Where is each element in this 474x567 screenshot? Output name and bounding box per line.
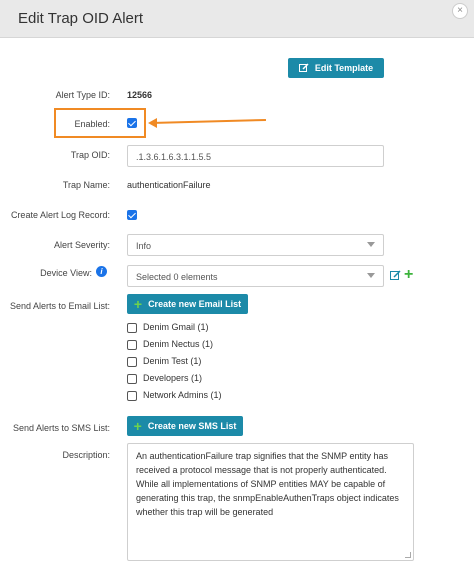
device-view-value: Selected 0 elements xyxy=(136,272,218,282)
alert-type-id-label: Alert Type ID: xyxy=(55,90,110,100)
create-log-checkbox[interactable] xyxy=(127,210,137,220)
create-email-list-label: Create new Email List xyxy=(148,299,242,309)
description-value: An authenticationFailure trap signifies … xyxy=(136,451,399,517)
device-view-select[interactable]: Selected 0 elements xyxy=(127,265,384,287)
email-list-checkbox[interactable] xyxy=(127,357,137,367)
sms-list-label: Send Alerts to SMS List: xyxy=(12,423,110,433)
chevron-down-icon xyxy=(367,242,375,247)
pencil-icon[interactable] xyxy=(390,270,401,281)
severity-label: Alert Severity: xyxy=(53,240,110,250)
email-list-checkbox[interactable] xyxy=(127,391,137,401)
annotation-arrow xyxy=(150,118,266,124)
severity-select[interactable]: Info xyxy=(127,234,384,256)
severity-value: Info xyxy=(136,241,152,251)
email-list-label: Network Admins (1) xyxy=(143,390,222,400)
email-list-label: Developers (1) xyxy=(143,373,203,383)
trap-oid-value: .1.3.6.1.6.3.1.1.5.5 xyxy=(136,152,212,162)
trap-oid-input[interactable]: .1.3.6.1.6.3.1.1.5.5 xyxy=(127,145,384,167)
edit-template-label: Edit Template xyxy=(314,63,374,73)
description-textarea[interactable]: An authenticationFailure trap signifies … xyxy=(127,443,414,561)
dialog-header: Edit Trap OID Alert × xyxy=(0,0,474,38)
create-log-label: Create Alert Log Record: xyxy=(10,210,110,220)
plus-icon: + xyxy=(133,418,142,434)
edit-template-button[interactable]: Edit Template xyxy=(288,58,384,78)
description-label: Description: xyxy=(62,450,110,460)
create-sms-list-label: Create new SMS List xyxy=(147,421,237,431)
info-icon[interactable]: i xyxy=(96,266,107,277)
create-email-list-button[interactable]: + Create new Email List xyxy=(127,294,248,314)
trap-oid-label: Trap OID: xyxy=(70,150,110,160)
email-list-checkbox[interactable] xyxy=(127,374,137,384)
email-list-checkbox[interactable] xyxy=(127,340,137,350)
close-icon[interactable]: × xyxy=(452,3,468,19)
highlight-box xyxy=(54,108,146,138)
dialog-title: Edit Trap OID Alert xyxy=(18,10,144,27)
edit-icon xyxy=(298,63,309,72)
email-list-checkbox[interactable] xyxy=(127,323,137,333)
email-list-label: Denim Nectus (1) xyxy=(143,339,214,349)
email-list-label: Denim Gmail (1) xyxy=(143,322,209,332)
plus-icon: + xyxy=(133,296,143,312)
chevron-down-icon xyxy=(367,273,375,278)
alert-type-id-value: 12566 xyxy=(127,90,153,100)
email-list-label: Send Alerts to Email List: xyxy=(9,301,110,311)
device-view-label: Device View: xyxy=(40,268,92,278)
trap-name-value: authenticationFailure xyxy=(127,180,211,190)
trap-name-label: Trap Name: xyxy=(62,180,110,190)
email-list-label: Denim Test (1) xyxy=(143,356,202,366)
create-sms-list-button[interactable]: + Create new SMS List xyxy=(127,416,243,436)
annotation-arrow-head xyxy=(148,118,157,128)
resize-handle[interactable] xyxy=(405,552,411,558)
add-icon[interactable]: + xyxy=(404,267,413,283)
